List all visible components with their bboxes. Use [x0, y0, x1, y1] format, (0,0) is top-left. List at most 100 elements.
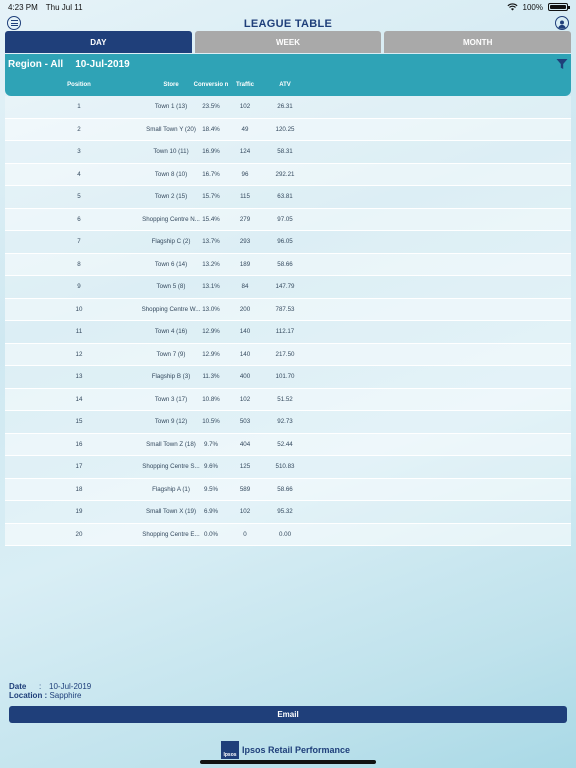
table-row[interactable]: 18 Flagship A (1) 9.5% 589 58.66	[5, 478, 571, 501]
row-conversion: 9.5%	[203, 485, 219, 493]
row-conversion: 9.6%	[203, 463, 219, 471]
battery-percent: 100%	[522, 2, 543, 12]
row-atv: 63.81	[277, 193, 293, 201]
league-table-body: 1 Town 1 (13) 23.5% 102 26.31 2 Small Town Y (…	[5, 96, 571, 546]
brand-text: Ipsos Retail Performance	[242, 745, 351, 755]
table-row[interactable]: 16 Small Town Z (18) 9.7% 404 52.44	[5, 433, 571, 456]
header-position[interactable]: Position	[49, 74, 109, 96]
row-position: 6	[77, 215, 81, 223]
table-row[interactable]: 19 Small Town X (19) 6.9% 102 95.32	[5, 501, 571, 524]
location-label: Location :	[9, 691, 48, 700]
row-traffic: 503	[239, 418, 251, 426]
row-traffic: 49	[241, 125, 249, 133]
row-conversion: 9.7%	[203, 440, 219, 448]
location-value: Sapphire	[49, 691, 82, 700]
filter-bar: Region - All 10-Jul-2019	[5, 54, 571, 74]
row-conversion: 13.7%	[202, 238, 220, 246]
period-tabs: DAY WEEK MONTH	[5, 31, 572, 53]
table-row[interactable]: 6 Shopping Centre N... 15.4% 279 97.05	[5, 208, 571, 231]
table-row[interactable]: 2 Small Town Y (20) 18.4% 49 120.25	[5, 118, 571, 141]
home-indicator[interactable]	[200, 760, 376, 764]
header-atv[interactable]: ATV	[265, 74, 305, 96]
table-row[interactable]: 5 Town 2 (15) 15.7% 115 63.81	[5, 186, 571, 209]
row-traffic: 404	[239, 440, 251, 448]
row-traffic: 124	[239, 148, 251, 156]
table-row[interactable]: 12 Town 7 (9) 12.9% 140 217.50	[5, 343, 571, 366]
table-row[interactable]: 14 Town 3 (17) 10.8% 102 51.52	[5, 388, 571, 411]
table-row[interactable]: 1 Town 1 (13) 23.5% 102 26.31	[5, 96, 571, 119]
row-traffic: 279	[239, 215, 251, 223]
date-separator: :	[39, 682, 42, 691]
date-value: 10-Jul-2019	[49, 682, 92, 691]
row-atv: 147.79	[275, 283, 295, 291]
table-row[interactable]: 3 Town 10 (11) 16.9% 124 58.31	[5, 141, 571, 164]
tab-week[interactable]: WEEK	[194, 31, 382, 53]
row-atv: 52.44	[277, 440, 293, 448]
row-conversion: 13.2%	[202, 260, 220, 268]
table-row[interactable]: 13 Flagship B (3) 11.3% 400 101.70	[5, 366, 571, 389]
table-header: Position Store Conversio n Traffic ATV	[5, 74, 571, 96]
table-row[interactable]: 11 Town 4 (16) 12.9% 140 112.17	[5, 321, 571, 344]
row-traffic: 96	[241, 170, 249, 178]
row-position: 12	[75, 350, 83, 358]
table-row[interactable]: 20 Shopping Centre E... 0.0% 0 0.00	[5, 523, 571, 546]
row-atv: 58.66	[277, 485, 293, 493]
row-atv: 58.31	[277, 148, 293, 156]
row-atv: 112.17	[275, 328, 295, 336]
email-button[interactable]: Email	[9, 706, 567, 723]
row-conversion: 11.3%	[202, 373, 220, 381]
row-conversion: 13.0%	[202, 305, 220, 313]
row-conversion: 12.9%	[202, 328, 220, 336]
row-atv: 51.52	[277, 395, 293, 403]
status-date: Thu Jul 11	[45, 2, 83, 12]
table-row[interactable]: 15 Town 9 (12) 10.5% 503 92.73	[5, 411, 571, 434]
battery-fill	[550, 5, 566, 9]
row-position: 20	[75, 530, 83, 538]
table-row[interactable]: 17 Shopping Centre S... 9.6% 125 510.83	[5, 456, 571, 479]
row-traffic: 293	[239, 238, 251, 246]
table-row[interactable]: 4 Town 8 (10) 16.7% 96 292.21	[5, 163, 571, 186]
profile-icon[interactable]	[555, 16, 569, 30]
table-row[interactable]: 9 Town 5 (8) 13.1% 84 147.79	[5, 276, 571, 299]
row-atv: 120.25	[275, 125, 295, 133]
table-row[interactable]: 8 Town 6 (14) 13.2% 189 58.66	[5, 253, 571, 276]
row-traffic: 140	[239, 328, 251, 336]
row-traffic: 0	[243, 530, 247, 538]
header: LEAGUE TABLE	[0, 14, 576, 32]
row-atv: 101.70	[275, 373, 295, 381]
row-position: 19	[75, 508, 83, 516]
ipsos-logo: Ipsos	[221, 741, 239, 759]
row-conversion: 15.4%	[202, 215, 220, 223]
row-conversion: 13.1%	[202, 283, 220, 291]
tab-month[interactable]: MONTH	[384, 31, 572, 53]
status-bar: 4:23 PM Thu Jul 11 100%	[0, 0, 576, 14]
row-traffic: 589	[239, 485, 251, 493]
header-traffic[interactable]: Traffic	[227, 74, 263, 96]
row-atv: 787.53	[275, 305, 295, 313]
row-conversion: 6.9%	[203, 508, 219, 516]
row-position: 11	[75, 328, 83, 336]
row-position: 3	[77, 148, 81, 156]
row-traffic: 115	[240, 193, 250, 201]
filter-icon[interactable]	[556, 58, 568, 70]
row-atv: 97.05	[277, 215, 293, 223]
row-position: 18	[75, 485, 83, 493]
table-row[interactable]: 7 Flagship C (2) 13.7% 293 96.05	[5, 231, 571, 254]
row-conversion: 18.4%	[202, 125, 220, 133]
row-traffic: 400	[239, 373, 251, 381]
date-label: Date	[9, 682, 27, 691]
row-traffic: 102	[239, 508, 251, 516]
footer-info: Date:10-Jul-2019 Location : Sapphire	[9, 682, 91, 700]
row-position: 2	[77, 125, 81, 133]
row-traffic: 200	[239, 305, 251, 313]
row-atv: 0.00	[278, 530, 292, 538]
row-conversion: 0.0%	[203, 530, 219, 538]
table-row[interactable]: 10 Shopping Centre W... 13.0% 200 787.53	[5, 298, 571, 321]
row-position: 4	[77, 170, 81, 178]
status-time: 4:23 PM	[8, 2, 38, 12]
tab-day[interactable]: DAY	[5, 31, 192, 53]
row-position: 10	[75, 305, 83, 313]
row-traffic: 102	[239, 395, 251, 403]
row-atv: 292.21	[275, 170, 295, 178]
header-conversion[interactable]: Conversio n	[190, 74, 232, 96]
